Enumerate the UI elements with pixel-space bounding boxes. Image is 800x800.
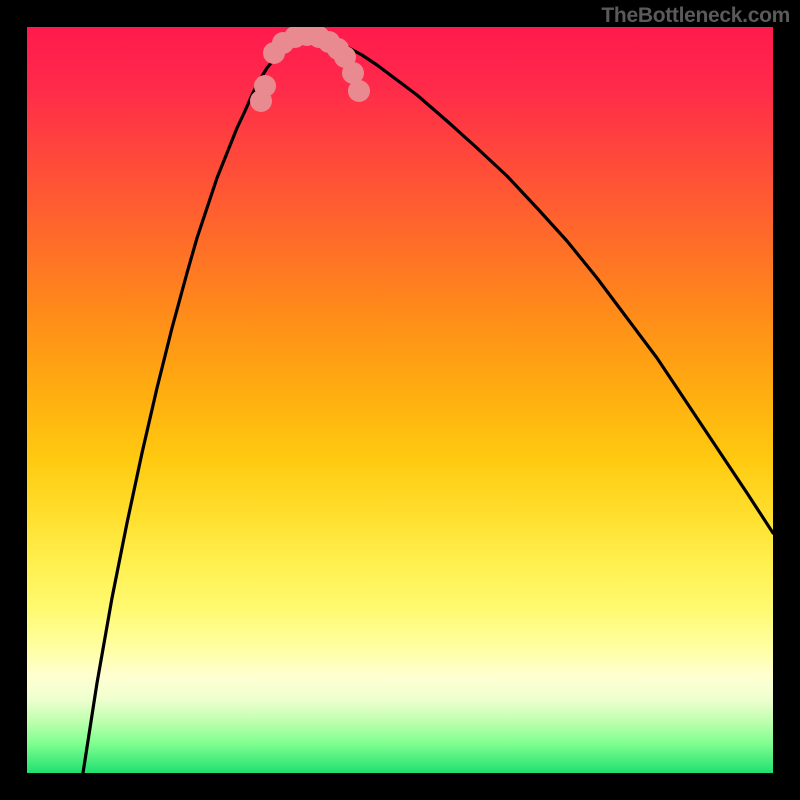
right-curve xyxy=(317,33,773,533)
chart-container: TheBottleneck.com xyxy=(0,0,800,800)
marker-dot xyxy=(254,75,276,97)
chart-svg xyxy=(27,27,773,773)
marker-dot xyxy=(348,80,370,102)
chart-lines xyxy=(83,33,773,773)
chart-markers xyxy=(250,27,370,112)
left-curve xyxy=(83,33,312,773)
watermark-text: TheBottleneck.com xyxy=(601,4,790,28)
plot-area xyxy=(27,27,773,773)
